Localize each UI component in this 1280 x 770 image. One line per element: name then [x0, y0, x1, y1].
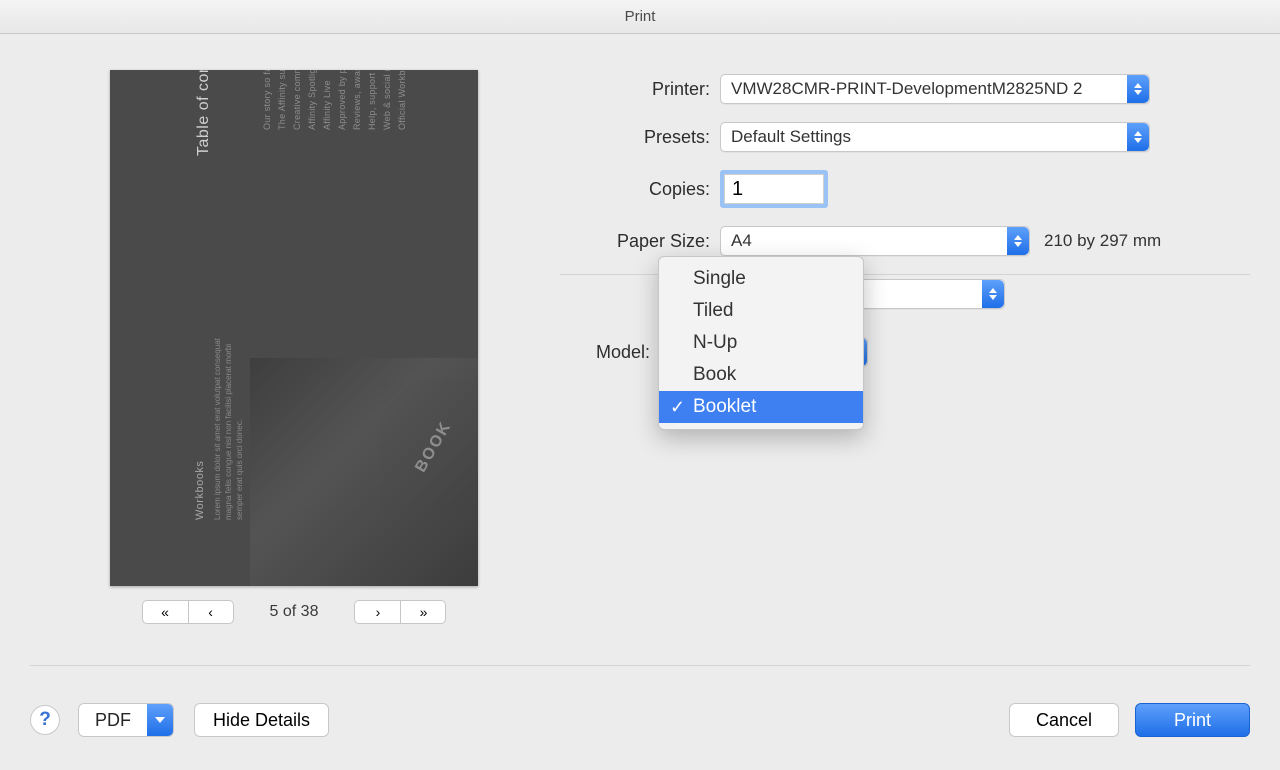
model-option-n-up[interactable]: N-Up [659, 327, 863, 359]
cancel-button[interactable]: Cancel [1009, 703, 1119, 737]
pager-first-button[interactable]: « [142, 600, 188, 624]
presets-select[interactable]: Default Settings [720, 122, 1150, 152]
pager-fwd-group: › » [354, 600, 446, 624]
printer-label: Printer: [560, 79, 720, 100]
chevron-down-icon [147, 704, 173, 736]
preview-pager: « ‹ 5 of 38 › » [110, 600, 478, 624]
pager-last-button[interactable]: » [400, 600, 446, 624]
dialog-footer: ? PDF Hide Details Cancel Print [0, 670, 1280, 770]
preview-toc-title: Table of contents [195, 70, 213, 156]
paper-size-value: A4 [731, 231, 752, 251]
model-label: Model: [500, 342, 660, 363]
copies-label: Copies: [560, 179, 720, 200]
preview-lower-block: Workbooks Lorem ipsum dolor sit amet era… [195, 320, 245, 520]
separator [30, 665, 1250, 666]
pager-prev-button[interactable]: ‹ [188, 600, 234, 624]
printer-select-value: VMW28CMR-PRINT-DevelopmentM2825ND 2 [731, 79, 1082, 99]
select-stepper-icon [1127, 75, 1149, 103]
model-option-booklet[interactable]: Booklet [659, 391, 863, 423]
paper-dimensions: 210 by 297 mm [1044, 231, 1161, 251]
help-button[interactable]: ? [30, 705, 60, 735]
preview-page: Table of contents Our story so far The A… [110, 70, 478, 586]
select-stepper-icon [1127, 123, 1149, 151]
pdf-menu-label: PDF [79, 704, 147, 736]
dialog-body: Table of contents Our story so far The A… [0, 34, 1280, 670]
select-stepper-icon [1007, 227, 1029, 255]
preview-toc: Table of contents [195, 70, 213, 156]
paper-size-label: Paper Size: [560, 231, 720, 252]
pager-back-group: « ‹ [142, 600, 234, 624]
print-preview: Table of contents Our story so far The A… [110, 70, 478, 624]
presets-select-value: Default Settings [731, 127, 851, 147]
model-option-book[interactable]: Book [659, 359, 863, 391]
model-option-single[interactable]: Single [659, 263, 863, 295]
preview-photo: BOOK [250, 358, 478, 586]
pdf-menu-button[interactable]: PDF [78, 703, 174, 737]
preview-lower-label: Workbooks [195, 320, 206, 520]
preview-lower-filler: Lorem ipsum dolor sit amet erat volutpat… [212, 320, 245, 520]
preview-book-label: BOOK [412, 418, 456, 475]
preview-toc-entries: Our story so far The Affinity suite Crea… [260, 70, 410, 130]
paper-size-select[interactable]: A4 [720, 226, 1030, 256]
hide-details-button[interactable]: Hide Details [194, 703, 329, 737]
pager-count: 5 of 38 [270, 603, 319, 621]
printer-select[interactable]: VMW28CMR-PRINT-DevelopmentM2825ND 2 [720, 74, 1150, 104]
select-stepper-icon [982, 280, 1004, 308]
model-dropdown-menu[interactable]: SingleTiledN-UpBookBooklet [658, 256, 864, 430]
print-button[interactable]: Print [1135, 703, 1250, 737]
copies-input[interactable] [720, 170, 828, 208]
presets-label: Presets: [560, 127, 720, 148]
pager-next-button[interactable]: › [354, 600, 400, 624]
window-title: Print [0, 0, 1280, 34]
model-option-tiled[interactable]: Tiled [659, 295, 863, 327]
